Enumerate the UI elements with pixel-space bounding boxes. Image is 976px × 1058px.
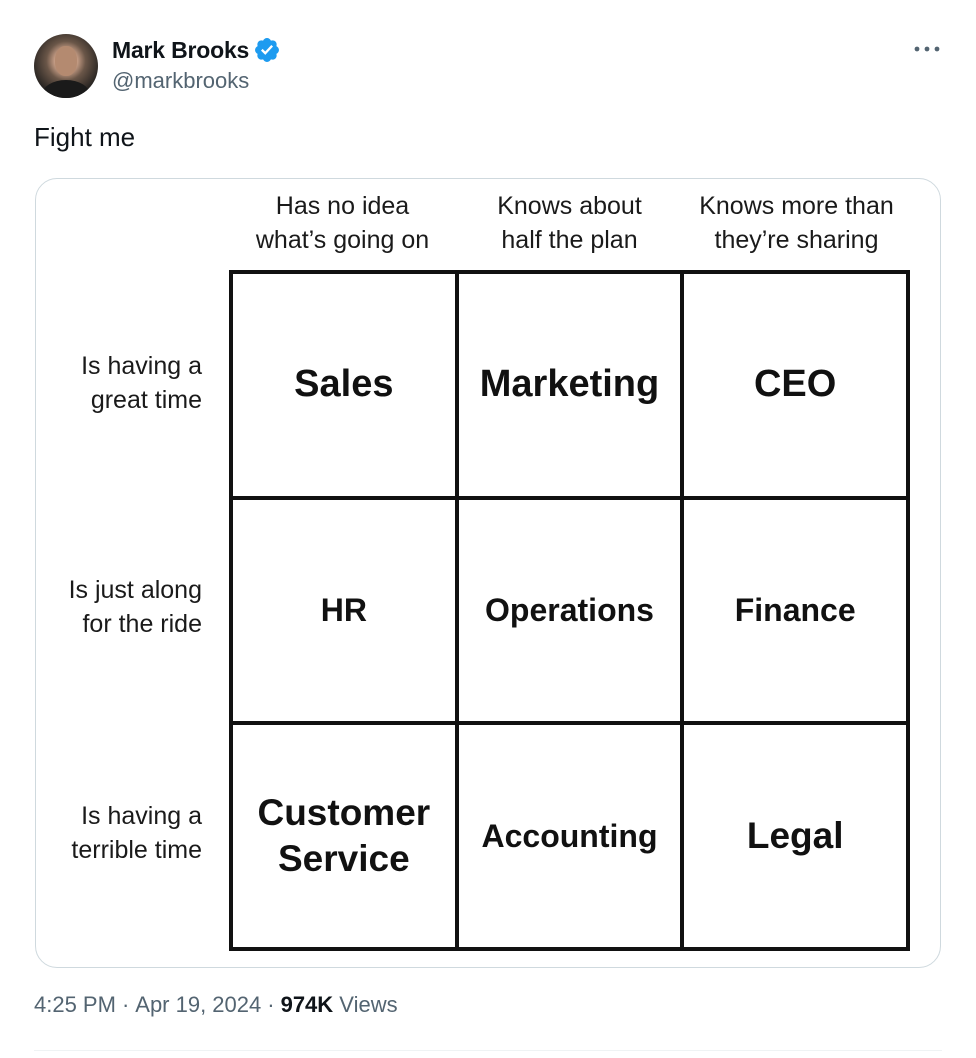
- column-header-2-text: Knows about half the plan: [497, 192, 642, 254]
- tweet-text: Fight me: [34, 122, 136, 152]
- column-header-2: Knows about half the plan: [456, 189, 683, 257]
- meta-separator-1: ·: [121, 992, 130, 1017]
- grid-cell-legal-label: Legal: [746, 815, 844, 857]
- column-header-1-text: Has no idea what’s going on: [255, 192, 430, 254]
- avatar-face: [55, 46, 77, 76]
- avatar[interactable]: [34, 34, 98, 98]
- column-header-1: Has no idea what’s going on: [229, 189, 456, 257]
- verified-badge-icon[interactable]: [253, 36, 281, 64]
- grid-cell-finance-label: Finance: [734, 592, 856, 629]
- grid-cell-accounting-label: Accounting: [481, 818, 658, 855]
- grid-cell-marketing: Marketing: [456, 272, 683, 498]
- author-handle[interactable]: @markbrooks: [112, 68, 249, 94]
- row-header-3: Is having a terrible time: [36, 799, 202, 867]
- row-header-2: Is just along for the ride: [36, 573, 202, 641]
- tweet-time[interactable]: 4:25 PM: [34, 992, 116, 1018]
- author-display-name[interactable]: Mark Brooks: [112, 37, 249, 64]
- media-image[interactable]: Has no idea what’s going on Knows about ha…: [35, 178, 941, 968]
- meta-separator-2: ·: [267, 992, 275, 1017]
- grid-cell-customer-service-label: Customer Service: [257, 791, 431, 880]
- avatar-shirt: [42, 80, 90, 98]
- column-header-3: Knows more than they’re sharing: [683, 189, 910, 257]
- views-label: Views: [339, 992, 398, 1017]
- grid-cell-sales-label: Sales: [294, 363, 394, 406]
- tweet: Mark Brooks @markbrooks Fight me Has no …: [0, 0, 976, 1058]
- grid-cell-customer-service: Customer Service: [231, 723, 457, 949]
- column-header-3-text: Knows more than they’re sharing: [699, 192, 894, 254]
- grid-cell-marketing-label: Marketing: [479, 363, 660, 406]
- row-header-1-text: Is having a great time: [81, 352, 202, 414]
- grid-cell-hr: HR: [231, 497, 457, 724]
- row-header-1: Is having a great time: [36, 349, 202, 417]
- grid-cell-ceo: CEO: [682, 272, 908, 498]
- tweet-meta: 4:25 PM · Apr 19, 2024 · 974K Views: [34, 992, 398, 1018]
- views-group[interactable]: 974K Views: [281, 992, 398, 1018]
- meme-grid: Sales Marketing CEO HR Operations Financ…: [229, 270, 910, 951]
- grid-cell-sales: Sales: [231, 272, 457, 498]
- grid-cell-operations-label: Operations: [485, 592, 654, 629]
- grid-cell-ceo-label: CEO: [753, 363, 837, 406]
- author-name-row: Mark Brooks: [112, 36, 281, 64]
- grid-cell-accounting: Accounting: [456, 723, 683, 949]
- grid-cell-operations: Operations: [456, 497, 683, 724]
- grid-cell-legal: Legal: [682, 723, 908, 949]
- tweet-date[interactable]: Apr 19, 2024: [135, 992, 261, 1018]
- grid-cell-finance: Finance: [682, 497, 908, 724]
- row-header-3-text: Is having a terrible time: [71, 802, 202, 864]
- more-options-icon[interactable]: [910, 34, 944, 64]
- views-count: 974K: [280, 992, 334, 1017]
- row-header-2-text: Is just along for the ride: [68, 576, 202, 638]
- grid-cell-hr-label: HR: [320, 592, 367, 629]
- divider: [34, 1050, 942, 1051]
